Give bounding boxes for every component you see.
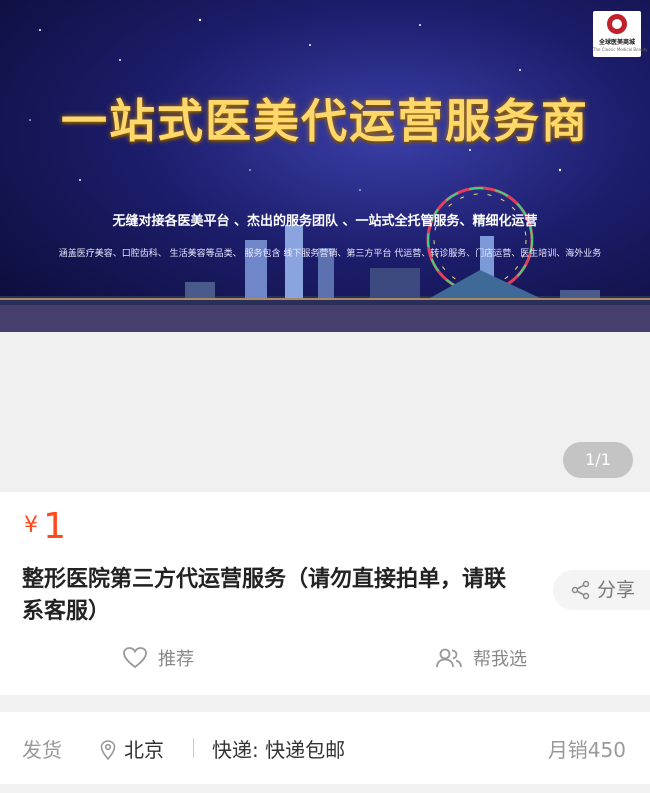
recommend-button[interactable]: 推荐 [122, 646, 194, 674]
brand-logo: 全球医美商城 The Classic Medical Beauty [593, 11, 648, 57]
image-pager: 1/1 [563, 442, 633, 478]
city-skyline [0, 186, 650, 332]
logo-mark-icon [607, 14, 627, 34]
delivery-label: 发货 [22, 738, 62, 762]
divider [193, 738, 194, 758]
gallery-area[interactable] [0, 332, 650, 492]
location-pin-icon [100, 740, 116, 761]
banner-subtitle: 无缝对接各医美平台 、杰出的服务团队 、一站式全托管服务、精细化运营 [112, 214, 538, 229]
logo-text: 全球医美商城 [598, 39, 635, 46]
product-info-card: ¥ 1 整形医院第三方代运营服务（请勿直接拍单，请联系客服） 分享 推荐 帮我选 [0, 492, 650, 695]
delivery-location: 北京 [100, 734, 164, 763]
share-icon [571, 580, 590, 600]
price: ¥ 1 [24, 506, 66, 547]
location-text: 北京 [124, 738, 164, 762]
price-value: 1 [43, 506, 66, 547]
monthly-sales: 月销450 [547, 738, 626, 762]
banner-services: 涵盖医疗美容、口腔齿科、 生活美容等品类、 服务包含 线下服务营销、第三方平台 … [58, 249, 602, 259]
users-icon [436, 648, 462, 668]
help-choose-label: 帮我选 [473, 649, 527, 670]
product-image-banner[interactable]: 一站式医美代运营服务商 无缝对接各医美平台 、杰出的服务团队 、一站式全托管服务… [0, 0, 650, 332]
heart-icon [123, 647, 147, 669]
help-choose-button[interactable]: 帮我选 [435, 646, 527, 674]
express-info: 快递: 快递包邮 [212, 738, 346, 762]
recommend-label: 推荐 [158, 649, 194, 670]
currency-symbol: ¥ [24, 513, 38, 538]
product-title: 整形医院第三方代运营服务（请勿直接拍单，请联系客服） [22, 567, 507, 624]
share-label: 分享 [597, 579, 636, 601]
delivery-row[interactable]: 发货 北京 快递: 快递包邮 月销450 [0, 712, 650, 784]
logo-subtext: The Classic Medical Beauty [593, 47, 648, 52]
share-button[interactable]: 分享 [553, 570, 650, 610]
banner-headline: 一站式医美代运营服务商 [61, 94, 589, 148]
